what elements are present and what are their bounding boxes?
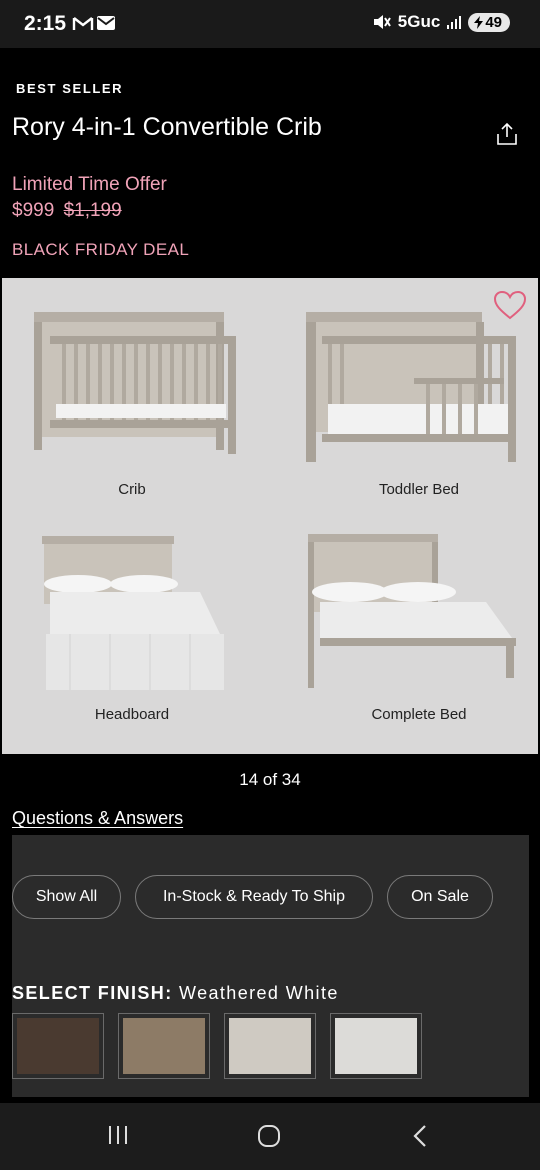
status-time: 2:15 xyxy=(24,12,67,35)
battery-indicator: 49 xyxy=(468,12,510,32)
network-type: 5Guc xyxy=(397,12,441,31)
swatch-natural-wood[interactable] xyxy=(118,1013,210,1079)
caption-toddler-bed: Toddler Bed xyxy=(378,481,460,498)
questions-answers-link[interactable]: Questions & Answers xyxy=(12,808,183,829)
caption-crib: Crib xyxy=(118,481,146,498)
finish-label: SELECT FINISH: xyxy=(12,983,173,1003)
swatch-fill xyxy=(123,1018,205,1074)
limited-offer-label: Limited Time Offer xyxy=(12,174,167,195)
battery-level: 49 xyxy=(485,13,502,31)
product-title: Rory 4-in-1 Convertible Crib xyxy=(12,113,322,141)
gmail-icon xyxy=(72,17,94,30)
swatch-dark-wood[interactable] xyxy=(12,1013,104,1079)
finish-selector-label: SELECT FINISH: Weathered White xyxy=(12,983,339,1004)
swatch-fill xyxy=(335,1018,417,1074)
filter-in-stock[interactable]: In-Stock & Ready To Ship xyxy=(135,875,373,919)
caption-headboard: Headboard xyxy=(94,706,170,723)
home-icon[interactable] xyxy=(256,1123,282,1149)
mute-icon xyxy=(373,15,391,29)
system-nav-bar xyxy=(0,1103,540,1170)
charging-icon xyxy=(474,15,484,29)
options-panel: Show All In-Stock & Ready To Ship On Sal… xyxy=(12,835,529,1097)
swatch-fill xyxy=(17,1018,99,1074)
original-price: $1,199 xyxy=(63,200,122,221)
headboard-image xyxy=(42,536,224,690)
filter-show-all[interactable]: Show All xyxy=(12,875,121,919)
deal-label: BLACK FRIDAY DEAL xyxy=(12,240,190,259)
swatch-weathered-white[interactable] xyxy=(224,1013,316,1079)
product-image-gallery[interactable]: Crib Toddler Bed Headboard Complete Bed xyxy=(2,278,538,754)
mail-icon xyxy=(97,16,115,30)
complete-bed-image xyxy=(308,534,516,688)
filter-on-sale[interactable]: On Sale xyxy=(387,875,493,919)
swatch-fill xyxy=(229,1018,311,1074)
share-icon[interactable] xyxy=(496,122,518,146)
best-seller-badge: BEST SELLER xyxy=(16,81,124,96)
status-bar: 2:15 5Guc 49 xyxy=(0,0,540,48)
toddler-bed-image xyxy=(306,312,516,462)
signal-icon xyxy=(447,16,462,29)
recent-apps-icon[interactable] xyxy=(106,1123,130,1147)
swatch-white[interactable] xyxy=(330,1013,422,1079)
sale-price: $999 xyxy=(12,200,55,221)
finish-value: Weathered White xyxy=(179,983,339,1003)
gallery-counter: 14 of 34 xyxy=(239,770,301,789)
price-row: $999 $1,199 xyxy=(12,200,122,222)
back-icon[interactable] xyxy=(410,1123,430,1149)
crib-image xyxy=(34,312,236,454)
caption-complete-bed: Complete Bed xyxy=(371,706,467,723)
